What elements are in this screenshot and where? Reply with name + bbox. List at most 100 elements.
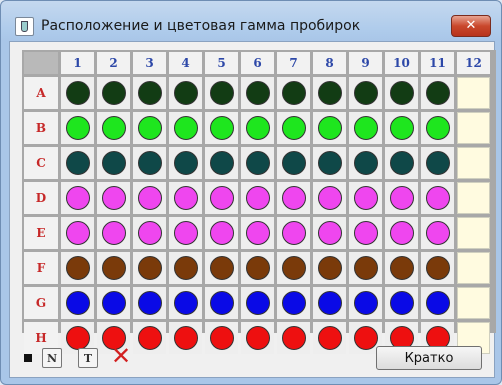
tube-cell[interactable]: [385, 112, 418, 144]
tube-circle[interactable]: [353, 151, 378, 175]
tube-cell[interactable]: [133, 77, 166, 109]
tube-cell[interactable]: [421, 252, 454, 284]
tube-cell[interactable]: [169, 77, 202, 109]
tube-cell[interactable]: [133, 182, 166, 214]
tube-cell[interactable]: [385, 147, 418, 179]
tube-cell[interactable]: [169, 252, 202, 284]
tube-cell[interactable]: [349, 182, 382, 214]
tube-cell[interactable]: [241, 112, 274, 144]
tube-circle[interactable]: [281, 221, 306, 245]
tube-circle[interactable]: [281, 151, 306, 175]
tube-cell[interactable]: [241, 77, 274, 109]
tube-circle[interactable]: [281, 326, 306, 350]
tube-circle[interactable]: [389, 186, 414, 210]
tube-circle[interactable]: [425, 291, 450, 315]
tube-cell[interactable]: [61, 147, 94, 179]
tube-cell[interactable]: [133, 252, 166, 284]
tube-circle[interactable]: [173, 256, 198, 280]
tube-cell[interactable]: [277, 147, 310, 179]
tube-circle[interactable]: [389, 116, 414, 140]
tube-cell[interactable]: [133, 322, 166, 354]
tube-circle[interactable]: [317, 151, 342, 175]
tube-circle[interactable]: [353, 291, 378, 315]
tube-circle[interactable]: [101, 116, 126, 140]
tube-circle[interactable]: [389, 256, 414, 280]
tube-cell[interactable]: [61, 287, 94, 319]
tube-circle[interactable]: [281, 186, 306, 210]
tube-circle[interactable]: [245, 151, 270, 175]
tube-cell[interactable]: [349, 287, 382, 319]
tube-cell[interactable]: [205, 77, 238, 109]
tube-cell[interactable]: [241, 287, 274, 319]
tube-cell[interactable]: [169, 147, 202, 179]
tube-circle[interactable]: [137, 151, 162, 175]
tube-circle[interactable]: [389, 81, 414, 105]
tube-circle[interactable]: [425, 81, 450, 105]
tube-cell[interactable]: [61, 112, 94, 144]
tube-cell[interactable]: [421, 147, 454, 179]
tube-circle[interactable]: [353, 186, 378, 210]
empty-cell[interactable]: [457, 147, 490, 179]
close-button[interactable]: ✕: [451, 15, 491, 37]
tube-circle[interactable]: [101, 256, 126, 280]
tube-cell[interactable]: [421, 287, 454, 319]
tube-cell[interactable]: [421, 77, 454, 109]
tube-circle[interactable]: [425, 256, 450, 280]
tube-cell[interactable]: [277, 112, 310, 144]
tube-cell[interactable]: [133, 112, 166, 144]
tube-cell[interactable]: [61, 217, 94, 249]
tube-circle[interactable]: [209, 221, 234, 245]
tube-circle[interactable]: [281, 81, 306, 105]
tube-cell[interactable]: [349, 77, 382, 109]
tube-cell[interactable]: [349, 252, 382, 284]
tube-cell[interactable]: [241, 252, 274, 284]
delete-icon[interactable]: ✕: [110, 344, 132, 368]
tube-cell[interactable]: [97, 217, 130, 249]
tube-circle[interactable]: [101, 221, 126, 245]
tube-circle[interactable]: [65, 256, 90, 280]
tube-circle[interactable]: [281, 116, 306, 140]
tube-circle[interactable]: [389, 291, 414, 315]
tube-circle[interactable]: [209, 116, 234, 140]
tube-circle[interactable]: [173, 221, 198, 245]
tube-circle[interactable]: [245, 81, 270, 105]
tube-circle[interactable]: [65, 291, 90, 315]
tube-cell[interactable]: [61, 77, 94, 109]
tube-circle[interactable]: [209, 151, 234, 175]
tube-circle[interactable]: [245, 256, 270, 280]
tube-cell[interactable]: [421, 182, 454, 214]
tube-circle[interactable]: [245, 326, 270, 350]
tube-cell[interactable]: [97, 112, 130, 144]
tube-cell[interactable]: [421, 217, 454, 249]
tube-cell[interactable]: [421, 112, 454, 144]
tube-circle[interactable]: [137, 186, 162, 210]
tube-cell[interactable]: [133, 147, 166, 179]
tube-cell[interactable]: [97, 252, 130, 284]
tube-cell[interactable]: [205, 112, 238, 144]
tube-circle[interactable]: [101, 186, 126, 210]
tube-circle[interactable]: [317, 81, 342, 105]
tube-cell[interactable]: [313, 77, 346, 109]
tube-circle[interactable]: [101, 81, 126, 105]
tube-cell[interactable]: [169, 217, 202, 249]
tube-circle[interactable]: [173, 116, 198, 140]
tube-circle[interactable]: [137, 256, 162, 280]
tube-circle[interactable]: [209, 326, 234, 350]
tube-circle[interactable]: [101, 151, 126, 175]
tube-circle[interactable]: [389, 151, 414, 175]
tube-cell[interactable]: [385, 182, 418, 214]
tube-circle[interactable]: [317, 186, 342, 210]
tube-cell[interactable]: [277, 77, 310, 109]
tube-cell[interactable]: [61, 252, 94, 284]
tube-circle[interactable]: [317, 116, 342, 140]
tube-cell[interactable]: [313, 287, 346, 319]
tube-cell[interactable]: [241, 147, 274, 179]
tube-circle[interactable]: [281, 291, 306, 315]
tube-cell[interactable]: [349, 217, 382, 249]
tube-circle[interactable]: [425, 221, 450, 245]
tube-circle[interactable]: [317, 221, 342, 245]
tube-circle[interactable]: [137, 291, 162, 315]
tube-circle[interactable]: [209, 81, 234, 105]
tube-circle[interactable]: [209, 291, 234, 315]
tube-circle[interactable]: [281, 256, 306, 280]
